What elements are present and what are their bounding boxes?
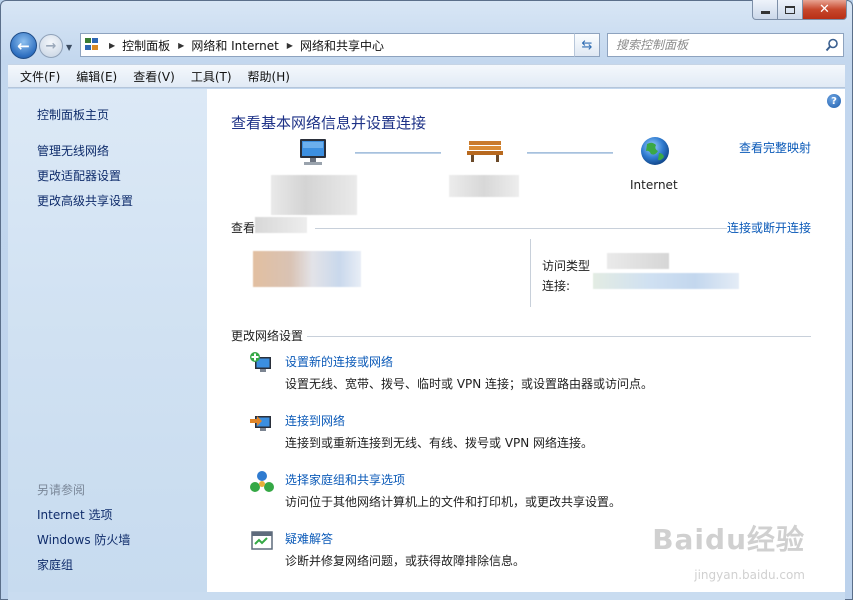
menu-tools[interactable]: 工具(T) <box>191 68 232 85</box>
change-settings-label: 更改网络设置 <box>231 327 308 344</box>
sidebar-item-control-panel-home[interactable]: 控制面板主页 <box>37 106 109 123</box>
caption-buttons: ✕ <box>752 0 847 20</box>
setup-new-connection-desc: 设置无线、宽带、拨号、临时或 VPN 连接；或设置路由器或访问点。 <box>285 377 654 391</box>
homegroup-sharing-desc: 访问位于其他网络计算机上的文件和打印机，或更改共享设置。 <box>285 495 622 509</box>
section-divider <box>315 228 727 229</box>
internet-globe-icon <box>639 135 671 167</box>
baidu-watermark: Baidu经验 <box>652 523 805 556</box>
search-input[interactable] <box>616 38 821 52</box>
vertical-divider <box>530 239 531 307</box>
search-box <box>607 33 844 57</box>
redacted-section-text <box>255 217 307 233</box>
menu-bar: 文件(F) 编辑(E) 查看(V) 工具(T) 帮助(H) <box>8 64 845 88</box>
main-panel: ? 查看基本网络信息并设置连接 查看完整映射 Internet 查看 连接或断开… <box>207 89 845 592</box>
connect-network-icon <box>249 410 275 436</box>
connect-or-disconnect-link[interactable]: 连接或断开连接 <box>727 219 811 236</box>
sidebar-item-windows-firewall[interactable]: Windows 防火墙 <box>37 531 130 548</box>
sidebar-item-advanced-sharing[interactable]: 更改高级共享设置 <box>37 192 133 209</box>
sidebar: 控制面板主页 管理无线网络 更改适配器设置 更改高级共享设置 另请参阅 Inte… <box>8 89 207 592</box>
navigation-bar: ← → ▼ ▶ 控制面板 ▶ 网络和 Internet ▶ 网络和共享中心 ▼ … <box>0 28 853 64</box>
menu-edit[interactable]: 编辑(E) <box>76 68 117 85</box>
redacted-network-profile <box>253 251 361 287</box>
menu-file[interactable]: 文件(F) <box>20 68 60 85</box>
troubleshoot-icon <box>249 528 275 554</box>
view-full-map-link[interactable]: 查看完整映射 <box>739 139 811 156</box>
sidebar-item-internet-options[interactable]: Internet 选项 <box>37 506 112 523</box>
redacted-network-name <box>449 175 519 197</box>
sidebar-item-adapter-settings[interactable]: 更改适配器设置 <box>37 167 121 184</box>
refresh-icon: ⇆ <box>581 37 593 53</box>
redacted-access-type <box>607 253 669 269</box>
network-bench-icon <box>465 135 505 163</box>
menu-view[interactable]: 查看(V) <box>133 68 175 85</box>
homegroup-sharing-link[interactable]: 选择家庭组和共享选项 <box>285 471 405 488</box>
close-icon: ✕ <box>819 2 830 17</box>
connect-to-network-desc: 连接到或重新连接到无线、有线、拨号或 VPN 网络连接。 <box>285 436 594 450</box>
page-title: 查看基本网络信息并设置连接 <box>231 114 427 132</box>
back-arrow-icon: ← <box>17 36 30 55</box>
connections-label: 连接: <box>542 279 571 293</box>
back-button[interactable]: ← <box>10 32 37 59</box>
computer-icon <box>295 137 331 169</box>
forward-button[interactable]: → <box>39 34 63 58</box>
setup-new-connection-link[interactable]: 设置新的连接或网络 <box>285 353 393 370</box>
troubleshoot-link[interactable]: 疑难解答 <box>285 530 333 547</box>
close-button[interactable]: ✕ <box>803 0 847 20</box>
setup-connection-icon <box>249 351 275 377</box>
see-also-heading: 另请参阅 <box>37 483 86 497</box>
minimize-icon <box>760 11 770 14</box>
content-area: 控制面板主页 管理无线网络 更改适配器设置 更改高级共享设置 另请参阅 Inte… <box>8 89 845 592</box>
chevron-right-icon[interactable]: ▶ <box>287 41 293 50</box>
access-type-label: 访问类型 <box>542 259 591 273</box>
breadcrumb-network-internet[interactable]: 网络和 Internet <box>191 37 278 54</box>
network-link-line <box>355 152 441 154</box>
menu-help[interactable]: 帮助(H) <box>248 68 290 85</box>
redacted-computer-name <box>271 175 357 215</box>
maximize-button[interactable] <box>778 0 803 20</box>
minimize-button[interactable] <box>752 0 778 20</box>
breadcrumb-control-panel[interactable]: 控制面板 <box>122 37 170 54</box>
section-divider <box>307 336 811 337</box>
history-dropdown-icon[interactable]: ▼ <box>66 43 72 52</box>
baidu-watermark-url: jingyan.baidu.com <box>694 568 805 582</box>
address-bar[interactable]: ▶ 控制面板 ▶ 网络和 Internet ▶ 网络和共享中心 ▼ <box>80 33 600 57</box>
internet-label: Internet <box>630 178 678 192</box>
forward-arrow-icon: → <box>45 38 57 54</box>
refresh-button[interactable]: ⇆ <box>574 33 600 57</box>
control-panel-icon <box>85 38 101 52</box>
breadcrumb-network-sharing-center[interactable]: 网络和共享中心 <box>300 37 384 54</box>
help-icon[interactable]: ? <box>827 94 841 108</box>
network-link-line <box>527 152 613 154</box>
chevron-right-icon[interactable]: ▶ <box>178 41 184 50</box>
redacted-connection-name <box>593 273 739 289</box>
troubleshoot-desc: 诊断并修复网络问题，或获得故障排除信息。 <box>285 554 526 568</box>
homegroup-icon <box>249 469 275 495</box>
maximize-icon <box>785 5 795 14</box>
sidebar-item-manage-wireless[interactable]: 管理无线网络 <box>37 142 109 159</box>
search-icon[interactable] <box>821 38 843 52</box>
connect-to-network-link[interactable]: 连接到网络 <box>285 412 345 429</box>
sidebar-item-homegroup[interactable]: 家庭组 <box>37 556 73 573</box>
window-bottom-border <box>8 592 845 600</box>
chevron-right-icon[interactable]: ▶ <box>109 41 115 50</box>
